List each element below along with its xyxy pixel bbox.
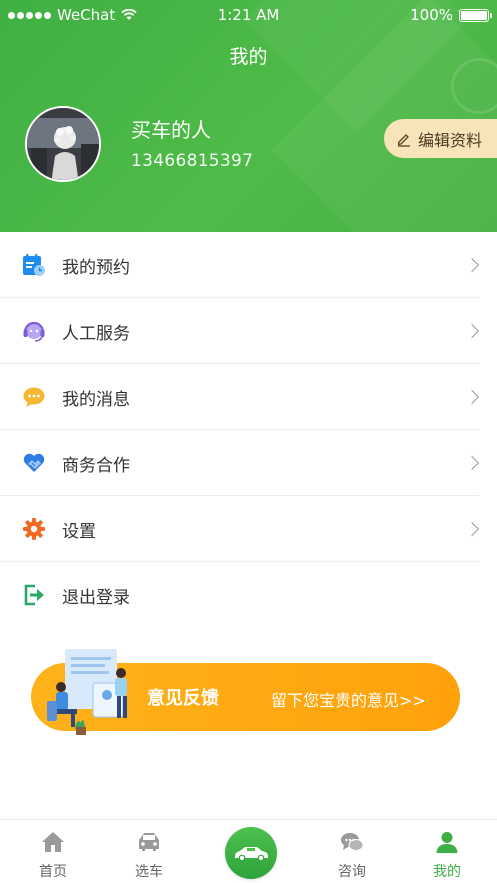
page-title: 我的	[229, 46, 268, 68]
handshake-icon	[22, 451, 46, 475]
user-name: 买车的人	[131, 118, 211, 142]
tab-consult[interactable]: 咨询	[312, 820, 392, 883]
menu-item-logout[interactable]: 退出登录	[0, 562, 497, 628]
menu-item-label: 退出登录	[62, 587, 130, 608]
menu-item-label: 我的消息	[62, 389, 130, 410]
avatar[interactable]	[25, 106, 101, 182]
car-icon	[139, 833, 159, 851]
feedback-subtitle: 留下您宝贵的意见>>	[271, 691, 426, 710]
edit-profile-button[interactable]: 编辑资料	[384, 119, 497, 158]
menu-item-customer-service[interactable]: 人工服务	[0, 298, 497, 364]
menu-item-messages[interactable]: 我的消息	[0, 364, 497, 430]
menu-item-business-cooperation[interactable]: 商务合作	[0, 430, 497, 496]
pencil-icon	[397, 133, 410, 147]
chevron-right-icon	[464, 389, 480, 405]
chat-icon	[341, 833, 364, 851]
chevron-right-icon	[464, 323, 480, 339]
headset-icon	[22, 319, 46, 343]
car-center-icon	[235, 847, 268, 862]
menu-item-label: 我的预约	[62, 257, 130, 278]
menu-item-appointments[interactable]: 我的预约	[0, 232, 497, 298]
gear-icon	[22, 517, 46, 541]
chevron-right-icon	[464, 521, 480, 537]
avatar-image	[27, 108, 99, 180]
center-car-button[interactable]	[225, 827, 277, 879]
chevron-right-icon	[464, 257, 480, 273]
tab-label: 咨询	[338, 864, 366, 880]
chat-bubble-icon	[22, 385, 46, 409]
tab-bar: 首页 选车 咨询 我的	[0, 819, 497, 883]
home-icon	[42, 832, 64, 852]
logout-icon	[22, 583, 46, 607]
menu-item-label: 商务合作	[62, 455, 130, 476]
battery-percent: 100%	[410, 6, 453, 24]
menu-item-label: 人工服务	[62, 323, 130, 344]
profile-header: WeChat 1:21 AM 100% 我的 买车的人 13466815397 …	[0, 0, 497, 232]
tab-label: 选车	[135, 864, 163, 880]
tab-choose-car[interactable]: 选车	[109, 820, 189, 883]
menu-item-label: 设置	[62, 521, 96, 542]
tab-label: 我的	[433, 864, 461, 880]
edit-profile-label: 编辑资料	[418, 130, 483, 150]
tab-label: 首页	[39, 864, 67, 880]
chevron-right-icon	[464, 455, 480, 471]
menu-item-settings[interactable]: 设置	[0, 496, 497, 562]
tab-mine[interactable]: 我的	[407, 820, 487, 883]
battery-icon	[459, 8, 492, 22]
feedback-illustration-icon	[47, 649, 127, 735]
tab-home[interactable]: 首页	[13, 820, 93, 883]
calendar-icon	[22, 253, 46, 277]
feedback-title: 意见反馈	[147, 688, 219, 709]
feedback-banner[interactable]: 意见反馈 留下您宝贵的意见>>	[31, 649, 460, 735]
menu-list: 我的预约 人工服务 我的消息 商务合作 设置 退出登录	[0, 232, 497, 628]
user-phone: 13466815397	[131, 151, 254, 171]
person-icon	[436, 832, 458, 853]
status-bar: WeChat 1:21 AM 100%	[0, 0, 497, 30]
